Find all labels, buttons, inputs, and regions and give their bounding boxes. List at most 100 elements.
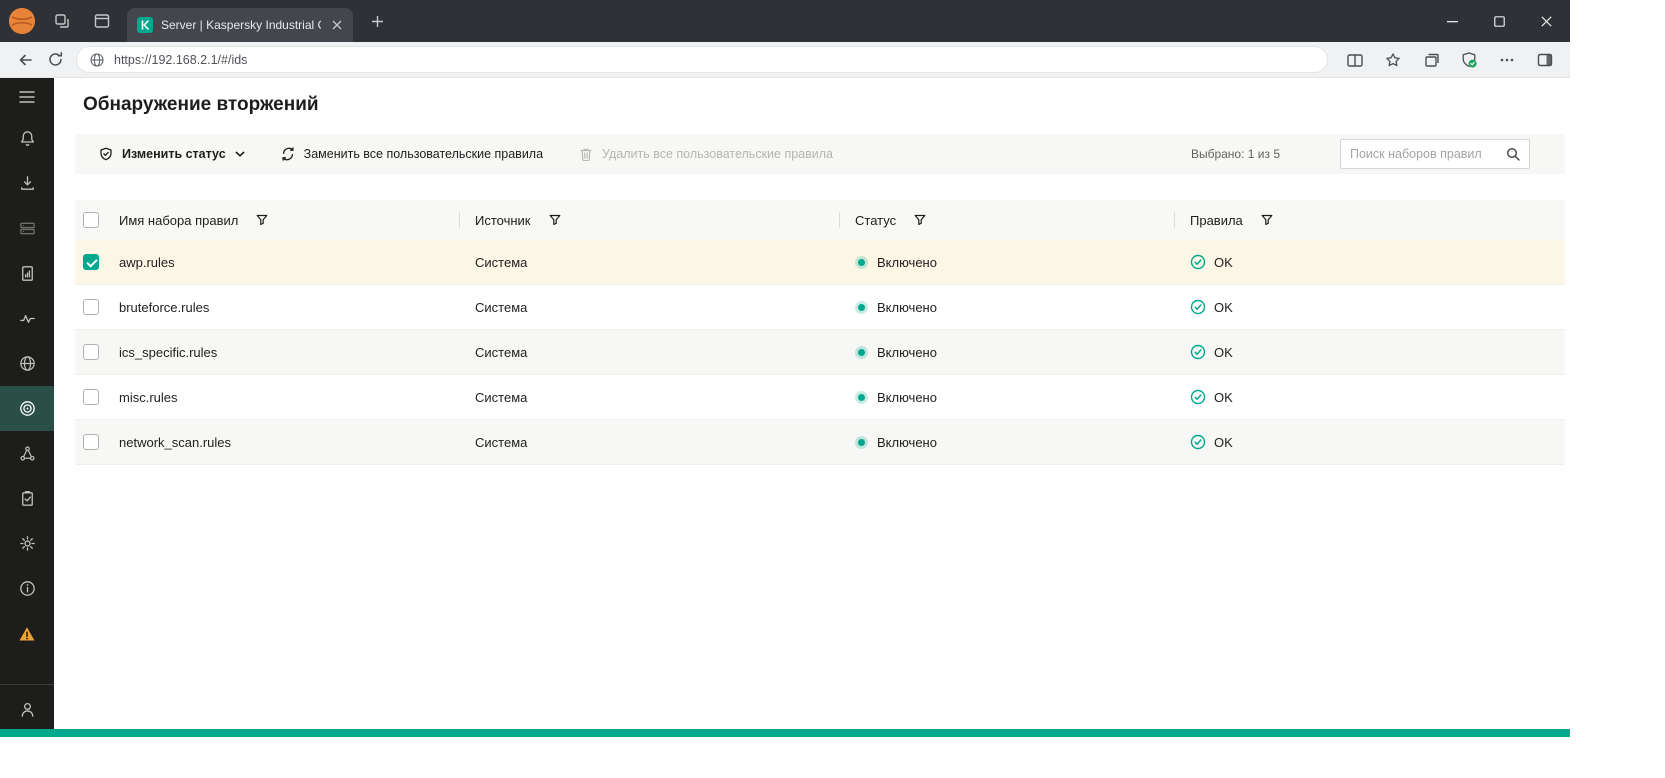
trash-icon — [580, 148, 592, 161]
sidebar-item-updates[interactable] — [0, 161, 54, 206]
sidebar-item-about[interactable] — [0, 566, 54, 611]
ok-check-icon — [1190, 434, 1206, 450]
toolbar: Изменить статус Заменить все пользовател… — [75, 134, 1565, 174]
ruleset-name: ics_specific.rules — [119, 344, 218, 360]
favorites-icon[interactable] — [1378, 45, 1408, 75]
app-area: Обнаружение вторжений Изменить статус За… — [0, 78, 1570, 737]
sidebar-item-network[interactable] — [0, 341, 54, 386]
replace-all-rules-label: Заменить все пользовательские правила — [303, 147, 544, 161]
table-row[interactable]: bruteforce.rules Система Включено OK — [75, 285, 1565, 330]
tab-close-icon[interactable] — [329, 17, 345, 33]
workspaces-icon[interactable] — [49, 8, 75, 34]
sidebar-item-process-control[interactable] — [0, 431, 54, 476]
row-checkbox[interactable] — [83, 344, 99, 360]
filter-icon[interactable] — [549, 214, 561, 226]
column-header-status[interactable]: Статус — [840, 200, 1175, 240]
browser-essentials-icon[interactable] — [1454, 45, 1484, 75]
browser-titlebar: Server | Kaspersky Industrial Cybe — [0, 0, 1570, 42]
replace-all-rules-button[interactable]: Заменить все пользовательские правила — [281, 147, 543, 161]
select-all-checkbox[interactable] — [83, 212, 99, 228]
collections-icon[interactable] — [1416, 45, 1446, 75]
close-button[interactable] — [1523, 0, 1570, 42]
row-checkbox[interactable] — [83, 254, 99, 270]
url-bar[interactable]: https://192.168.2.1/#/ids — [76, 46, 1328, 73]
rules-status-label: OK — [1214, 389, 1233, 405]
status-label: Включено — [877, 434, 937, 450]
url-text: https://192.168.2.1/#/ids — [114, 52, 248, 67]
back-icon[interactable] — [10, 45, 40, 75]
accent-bottom-bar — [0, 729, 1570, 737]
refresh-icon[interactable] — [40, 45, 70, 75]
ruleset-name: misc.rules — [119, 389, 178, 405]
rules-status-label: OK — [1214, 344, 1233, 360]
ok-check-icon — [1190, 344, 1206, 360]
sync-icon — [282, 147, 294, 161]
column-label: Источник — [475, 212, 531, 228]
row-checkbox[interactable] — [83, 434, 99, 450]
minimize-button[interactable] — [1429, 0, 1476, 42]
status-dot-icon — [855, 345, 868, 359]
browser-tab[interactable]: Server | Kaspersky Industrial Cybe — [127, 8, 353, 42]
chevron-down-icon — [235, 151, 245, 157]
sidebar-item-user-account[interactable] — [0, 685, 54, 733]
shield-check-icon — [100, 147, 112, 161]
table-row[interactable]: ics_specific.rules Система Включено OK — [75, 330, 1565, 375]
status-dot-icon — [855, 390, 868, 404]
row-checkbox[interactable] — [83, 299, 99, 315]
column-header-name[interactable]: Имя набора правил — [119, 200, 460, 240]
change-status-button[interactable]: Изменить статус — [99, 147, 245, 161]
settings-menu-icon[interactable] — [1492, 45, 1522, 75]
menu-toggle-icon[interactable] — [0, 78, 54, 116]
tab-actions-icon[interactable] — [89, 8, 115, 34]
tab-title: Server | Kaspersky Industrial Cybe — [161, 18, 321, 32]
ruleset-source: Система — [475, 254, 528, 270]
sidebar-item-servers[interactable] — [0, 206, 54, 251]
rules-table: Имя набора правил Источник Статус Правил… — [75, 200, 1565, 465]
search-icon — [1506, 147, 1520, 161]
ruleset-source: Система — [475, 389, 528, 405]
sidebar-item-warnings[interactable] — [0, 611, 54, 656]
sidebar-item-reports[interactable] — [0, 251, 54, 296]
row-checkbox[interactable] — [83, 389, 99, 405]
ok-check-icon — [1190, 389, 1206, 405]
rules-status-label: OK — [1214, 254, 1233, 270]
status-dot-icon — [855, 435, 868, 449]
search-box[interactable] — [1340, 139, 1530, 169]
status-label: Включено — [877, 299, 937, 315]
sidebar-item-notifications[interactable] — [0, 116, 54, 161]
delete-all-rules-label: Удалить все пользовательские правила — [602, 147, 833, 161]
ok-check-icon — [1190, 254, 1206, 270]
kaspersky-favicon-icon — [137, 17, 153, 33]
rules-status-label: OK — [1214, 434, 1233, 450]
column-label: Правила — [1190, 212, 1243, 228]
split-screen-icon[interactable] — [1340, 45, 1370, 75]
column-header-source[interactable]: Источник — [460, 200, 840, 240]
table-row[interactable]: awp.rules Система Включено OK — [75, 240, 1565, 285]
search-input[interactable] — [1350, 147, 1500, 161]
sidebar-panel-icon[interactable] — [1530, 45, 1560, 75]
ruleset-source: Система — [475, 434, 528, 450]
browser-window: Server | Kaspersky Industrial Cybe — [0, 0, 1570, 737]
new-tab-icon[interactable] — [363, 7, 391, 35]
filter-icon[interactable] — [256, 214, 268, 226]
selected-count: Выбрано: 1 из 5 — [1190, 147, 1280, 161]
browser-navbar: https://192.168.2.1/#/ids — [0, 42, 1570, 78]
ruleset-source: Система — [475, 344, 528, 360]
sidebar-item-settings[interactable] — [0, 521, 54, 566]
column-label: Имя набора правил — [119, 212, 239, 228]
status-dot-icon — [855, 255, 868, 269]
filter-icon[interactable] — [1261, 214, 1273, 226]
profile-avatar[interactable] — [9, 8, 35, 34]
filter-icon[interactable] — [914, 214, 926, 226]
sidebar-item-events[interactable] — [0, 296, 54, 341]
maximize-button[interactable] — [1476, 0, 1523, 42]
status-dot-icon — [855, 300, 868, 314]
sidebar-item-tasks[interactable] — [0, 476, 54, 521]
table-row[interactable]: misc.rules Система Включено OK — [75, 375, 1565, 420]
ruleset-source: Система — [475, 299, 528, 315]
sidebar-item-intrusion-detection[interactable] — [0, 386, 54, 431]
table-row[interactable]: network_scan.rules Система Включено OK — [75, 420, 1565, 465]
column-header-rules[interactable]: Правила — [1175, 200, 1565, 240]
ok-check-icon — [1190, 299, 1206, 315]
table-header: Имя набора правил Источник Статус Правил… — [75, 200, 1565, 240]
